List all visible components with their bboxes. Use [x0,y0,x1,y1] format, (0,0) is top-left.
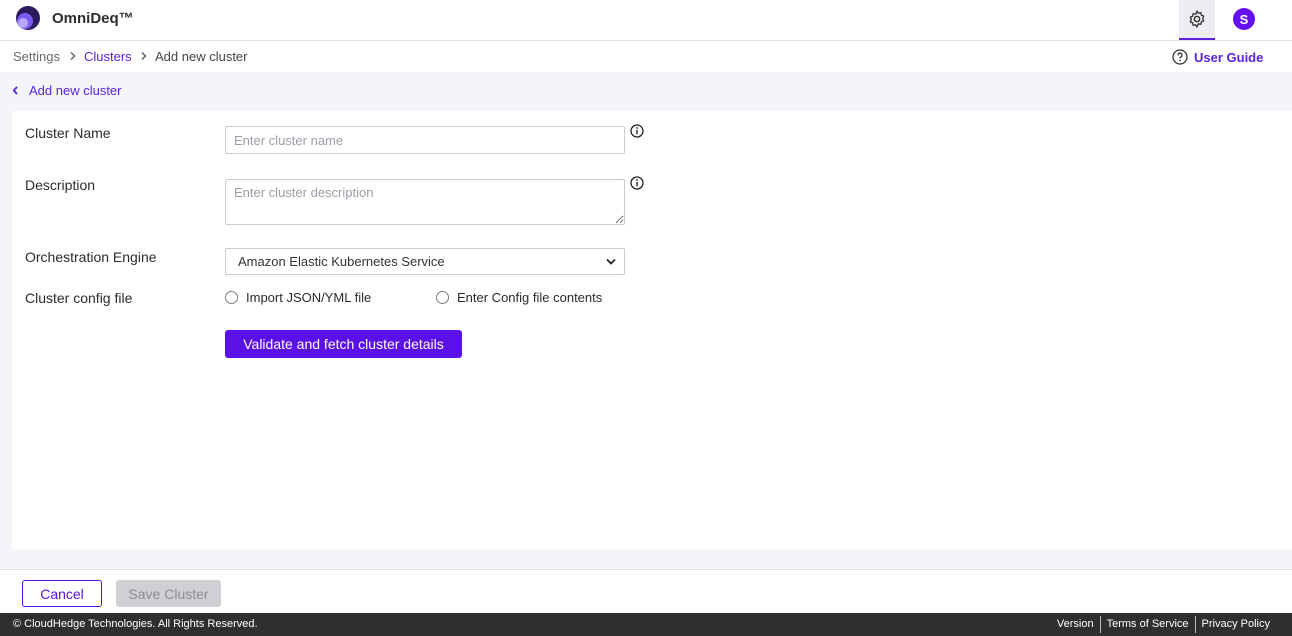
radio-import-file-label: Import JSON/YML file [246,290,372,305]
user-guide-link[interactable]: User Guide [1172,49,1263,65]
action-bar: Cancel Save Cluster [0,569,1292,613]
radio-import-file[interactable]: Import JSON/YML file [225,290,371,305]
back-link-label: Add new cluster [29,83,122,98]
footer-links: Version Terms of Service Privacy Policy [1051,616,1276,633]
top-header: OmniDeq™ S [0,0,1292,41]
chevron-right-icon [141,51,147,61]
breadcrumb-settings[interactable]: Settings [13,49,60,64]
cluster-name-input[interactable] [225,126,625,154]
orchestration-engine-select[interactable]: Amazon Elastic Kubernetes Service [225,248,625,275]
cancel-button[interactable]: Cancel [22,580,102,607]
radio-enter-contents-label: Enter Config file contents [457,290,603,305]
footer-link-version[interactable]: Version [1051,616,1100,633]
user-guide-label: User Guide [1194,49,1264,65]
help-circle-icon [1172,49,1188,65]
info-icon[interactable] [630,176,644,190]
radio-enter-contents[interactable]: Enter Config file contents [436,290,602,305]
description-label: Description [25,177,96,193]
orchestration-engine-label: Orchestration Engine [25,249,157,265]
radio-circle[interactable] [225,291,238,304]
footer: © CloudHedge Technologies. All Rights Re… [0,613,1292,636]
description-textarea[interactable] [225,179,625,225]
chevron-left-icon [12,86,18,95]
app-name[interactable]: OmniDeq™ [52,10,134,27]
orchestration-engine-value: Amazon Elastic Kubernetes Service [238,254,445,269]
chevron-right-icon [70,51,76,61]
breadcrumb-clusters[interactable]: Clusters [84,49,132,64]
form-panel [12,111,1292,549]
cluster-name-label: Cluster Name [25,125,111,141]
validate-fetch-button[interactable]: Validate and fetch cluster details [225,330,462,358]
settings-button[interactable] [1179,0,1215,40]
app-logo-icon[interactable] [16,6,40,30]
back-link[interactable]: Add new cluster [12,83,122,98]
save-cluster-button[interactable]: Save Cluster [116,580,221,607]
breadcrumb: Settings Clusters Add new cluster User G… [0,41,1292,72]
footer-link-privacy[interactable]: Privacy Policy [1194,616,1276,633]
cluster-config-label: Cluster config file [25,290,133,306]
user-avatar[interactable]: S [1233,8,1255,30]
radio-circle[interactable] [436,291,449,304]
breadcrumb-current: Add new cluster [155,49,248,64]
gear-icon [1189,10,1205,28]
footer-link-terms[interactable]: Terms of Service [1099,616,1195,633]
copyright-text: © CloudHedge Technologies. All Rights Re… [13,618,258,630]
chevron-down-icon [606,258,616,265]
info-icon[interactable] [630,124,644,138]
